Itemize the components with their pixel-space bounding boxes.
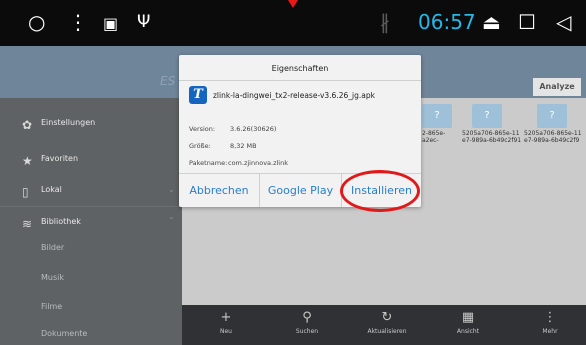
sidebar-sub-bilder[interactable]: Bilder [41,243,64,252]
bottom-toolbar: + Neu ⚲ Suchen ↻ Aktualisieren ▦ Ansicht… [182,305,586,345]
sidebar-item-favoriten[interactable]: ★ Favoriten [0,147,182,177]
chevron-up-icon: ⌃ [168,216,175,225]
file-label: e7-989a-6b49c2f91 [462,137,522,144]
bluetooth-icon: ∦ [380,10,390,34]
cancel-button[interactable]: Abbrechen [179,174,259,207]
eject-icon[interactable]: ⏏ [482,10,501,34]
red-highlight-circle [340,170,420,212]
sidebar-item-label: Einstellungen [41,118,96,127]
toolbar-label: Ansicht [456,328,480,335]
sidebar-item-label: Favoriten [41,154,79,163]
sidebar-item-label: Bibliothek [41,217,81,226]
more-vert-icon: ⋮ [543,310,557,325]
file-icon[interactable]: ? [472,104,502,128]
version-label: Version: [189,125,216,133]
size-label: Größe: [189,142,211,150]
more-vert-icon[interactable]: ⋮ [68,10,88,34]
dialog-divider [179,80,421,81]
file-icon[interactable]: ? [422,104,452,128]
chevron-down-icon: ⌄ [168,185,175,194]
package-value: com.zjinnova.zlink [228,159,288,167]
apk-filename: zlink-la-dingwei_tx2-release-v3.6.26_jg.… [213,91,375,100]
file-label: 5205a706-865e-11 [524,130,582,137]
header-logo: ES [160,74,176,88]
gear-icon: ✿ [22,118,33,132]
sidebar-item-label: Lokal [41,185,62,194]
star-icon: ★ [22,154,33,168]
toolbar-label: Suchen [295,328,319,335]
search-icon: ⚲ [302,310,312,325]
circle-home-icon[interactable]: ○ [28,10,45,34]
file-label: 2-865e- [422,130,446,137]
phone-icon: ▯ [22,185,29,199]
file-label: a2ec- [422,137,439,144]
clock-time: 06:57 [418,10,476,34]
stack-icon: ≋ [22,217,33,231]
toolbar-label: Aktualisieren [367,328,407,335]
sidebar-item-bibliothek[interactable]: ≋ Bibliothek ⌃ [0,210,182,240]
sidebar-divider [0,206,182,207]
search-button[interactable]: ⚲ Suchen [277,305,337,345]
sidebar-item-lokal[interactable]: ▯ Lokal ⌄ [0,178,182,208]
square-recents-icon[interactable]: ☐ [518,10,536,34]
sidebar-sub-filme[interactable]: Filme [41,302,62,311]
toolbar-label: Mehr [542,328,558,335]
plus-icon: + [220,310,232,325]
sidebar-item-einstellungen[interactable]: ✿ Einstellungen [0,111,182,141]
file-label: 5205a706-865e-11 [462,130,520,137]
size-value: 8,32 MB [230,142,257,150]
dialog-title: Eigenschaften [271,64,329,73]
usb-icon: Ψ [137,12,151,32]
new-button[interactable]: + Neu [196,305,256,345]
sidebar: ✿ Einstellungen ★ Favoriten ▯ Lokal ⌄ ≋ … [0,98,182,345]
refresh-icon: ↻ [381,310,393,325]
sidebar-sub-musik[interactable]: Musik [41,273,64,282]
back-triangle-icon[interactable]: ◁ [556,10,571,34]
toolbar-label: Neu [220,328,232,335]
analyze-tab[interactable]: Analyze [533,78,581,96]
file-label: e7-989a-6b49c2f9 [524,137,580,144]
version-value: 3.6.26(30626) [230,125,277,133]
refresh-button[interactable]: ↻ Aktualisieren [357,305,417,345]
grid-view-icon: ▦ [461,310,475,325]
google-play-button[interactable]: Google Play [260,174,341,207]
more-button[interactable]: ⋮ Mehr [520,305,580,345]
red-arrow-mark [288,0,298,8]
file-icon[interactable]: ? [537,104,567,128]
app-icon: T [189,86,207,104]
image-icon: ▣ [103,14,119,33]
view-button[interactable]: ▦ Ansicht [438,305,498,345]
package-label: Paketname: [189,159,228,167]
sidebar-sub-dokumente[interactable]: Dokumente [41,329,87,338]
